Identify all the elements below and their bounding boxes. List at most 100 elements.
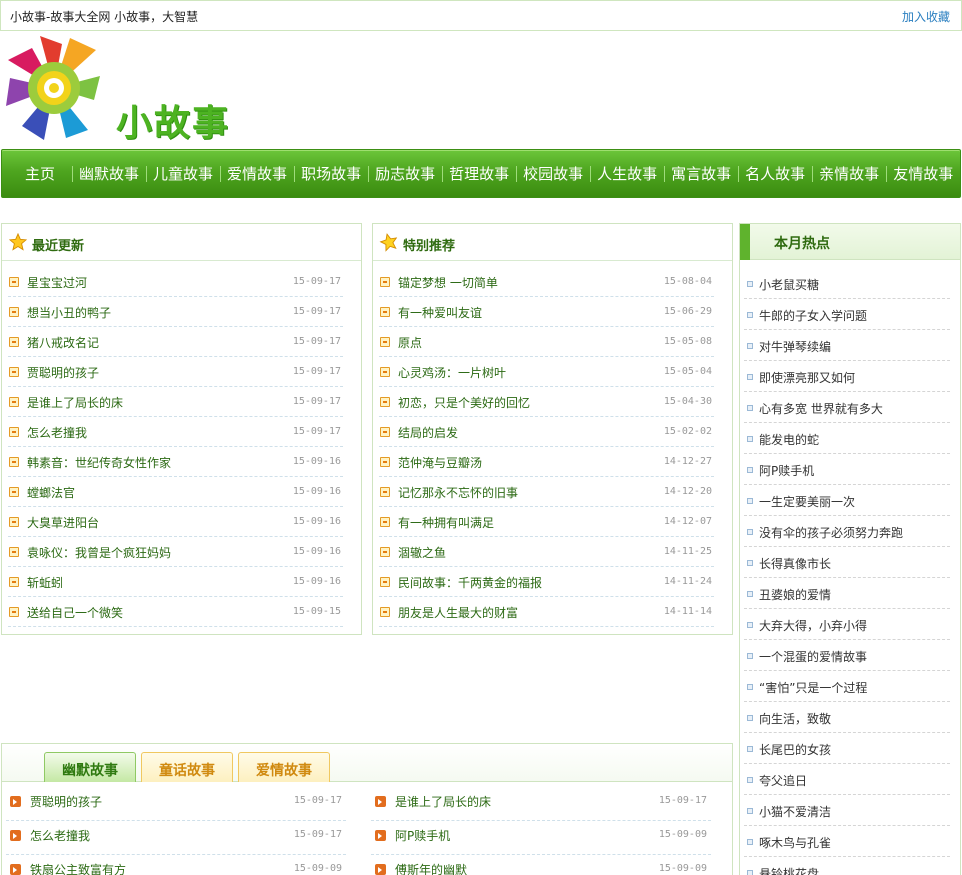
article-title-link[interactable]: 螳螂法官 (27, 484, 75, 501)
hot-article-link[interactable]: 牛郎的子女入学问题 (759, 307, 867, 324)
hot-list-item[interactable]: “害怕”只是一个过程 (744, 671, 950, 702)
hot-list-item[interactable]: 一个混蛋的爱情故事 (744, 640, 950, 671)
article-title-link[interactable]: 结局的启发 (398, 424, 458, 441)
list-item[interactable]: 猪八戒改名记 15-09-17 (8, 327, 343, 357)
article-title-link[interactable]: 涸辙之鱼 (398, 544, 446, 561)
nav-item[interactable]: 儿童故事 (146, 163, 220, 184)
article-title-link[interactable]: 贾聪明的孩子 (27, 364, 99, 381)
hot-article-link[interactable]: 向生活，致敬 (759, 710, 831, 727)
list-item[interactable]: 斩蚯蚓 15-09-16 (8, 567, 343, 597)
tab-list-item[interactable]: 是谁上了局长的床 15-09-17 (371, 787, 711, 821)
nav-item[interactable]: 励志故事 (368, 163, 442, 184)
hot-article-link[interactable]: 一生定要美丽一次 (759, 493, 855, 510)
hot-list-item[interactable]: 小老鼠买糖 (744, 268, 950, 299)
article-title-link[interactable]: 怎么老撞我 (30, 827, 90, 844)
hot-article-link[interactable]: 长得真像市长 (759, 555, 831, 572)
list-item[interactable]: 锚定梦想 一切简单 15-08-04 (379, 267, 714, 297)
list-item[interactable]: 有一种拥有叫满足 14-12-07 (379, 507, 714, 537)
site-logo[interactable]: 小故事 (4, 34, 244, 144)
article-title-link[interactable]: 星宝宝过河 (27, 274, 87, 291)
nav-item[interactable]: 亲情故事 (812, 163, 886, 184)
hot-list-item[interactable]: 一生定要美丽一次 (744, 485, 950, 516)
article-title-link[interactable]: 铁扇公主致富有方 (30, 861, 126, 875)
add-favorite-link[interactable]: 加入收藏 (902, 8, 950, 25)
tab-humor[interactable]: 幽默故事 (44, 752, 136, 782)
list-item[interactable]: 贾聪明的孩子 15-09-17 (8, 357, 343, 387)
nav-item[interactable]: 人生故事 (590, 163, 664, 184)
hot-article-link[interactable]: 啄木鸟与孔雀 (759, 834, 831, 851)
list-item[interactable]: 初恋，只是个美好的回忆 15-04-30 (379, 387, 714, 417)
article-title-link[interactable]: 朋友是人生最大的财富 (398, 604, 518, 621)
nav-item[interactable]: 幽默故事 (72, 163, 146, 184)
article-title-link[interactable]: 送给自己一个微笑 (27, 604, 123, 621)
article-title-link[interactable]: 傅斯年的幽默 (395, 861, 467, 875)
tab-list-item[interactable]: 贾聪明的孩子 15-09-17 (6, 787, 346, 821)
list-item[interactable]: 大臭草进阳台 15-09-16 (8, 507, 343, 537)
article-title-link[interactable]: 阿P赎手机 (395, 827, 450, 844)
tab-love[interactable]: 爱情故事 (238, 752, 330, 782)
hot-article-link[interactable]: 丑婆娘的爱情 (759, 586, 831, 603)
hot-list-item[interactable]: 悬铃桃花盘 (744, 857, 950, 875)
list-item[interactable]: 心灵鸡汤：一片树叶 15-05-04 (379, 357, 714, 387)
list-item[interactable]: 是谁上了局长的床 15-09-17 (8, 387, 343, 417)
hot-article-link[interactable]: 对牛弹琴续编 (759, 338, 831, 355)
hot-list-item[interactable]: 小猫不爱清洁 (744, 795, 950, 826)
list-item[interactable]: 袁咏仪：我曾是个疯狂妈妈 15-09-16 (8, 537, 343, 567)
tab-list-item[interactable]: 铁扇公主致富有方 15-09-09 (6, 855, 346, 875)
list-item[interactable]: 结局的启发 15-02-02 (379, 417, 714, 447)
list-item[interactable]: 怎么老撞我 15-09-17 (8, 417, 343, 447)
article-title-link[interactable]: 是谁上了局长的床 (395, 793, 491, 810)
hot-article-link[interactable]: 长尾巴的女孩 (759, 741, 831, 758)
hot-list-item[interactable]: 长尾巴的女孩 (744, 733, 950, 764)
nav-item[interactable]: 友情故事 (886, 163, 960, 184)
article-title-link[interactable]: 范仲淹与豆瓣汤 (398, 454, 482, 471)
article-title-link[interactable]: 有一种爱叫友谊 (398, 304, 482, 321)
tab-fairy-tale[interactable]: 童话故事 (141, 752, 233, 782)
list-item[interactable]: 朋友是人生最大的财富 14-11-14 (379, 597, 714, 627)
hot-list-item[interactable]: 能发电的蛇 (744, 423, 950, 454)
hot-list-item[interactable]: 大弃大得，小弃小得 (744, 609, 950, 640)
list-item[interactable]: 范仲淹与豆瓣汤 14-12-27 (379, 447, 714, 477)
list-item[interactable]: 有一种爱叫友谊 15-06-29 (379, 297, 714, 327)
hot-list-item[interactable]: 即使漂亮那又如何 (744, 361, 950, 392)
list-item[interactable]: 螳螂法官 15-09-16 (8, 477, 343, 507)
article-title-link[interactable]: 韩素音：世纪传奇女性作家 (27, 454, 171, 471)
nav-item[interactable]: 爱情故事 (220, 163, 294, 184)
hot-article-link[interactable]: 小老鼠买糖 (759, 276, 819, 293)
list-item[interactable]: 星宝宝过河 15-09-17 (8, 267, 343, 297)
hot-list-item[interactable]: 夸父追日 (744, 764, 950, 795)
article-title-link[interactable]: 猪八戒改名记 (27, 334, 99, 351)
article-title-link[interactable]: 想当小丑的鸭子 (27, 304, 111, 321)
hot-article-link[interactable]: “害怕”只是一个过程 (759, 679, 867, 696)
hot-list-item[interactable]: 向生活，致敬 (744, 702, 950, 733)
hot-article-link[interactable]: 大弃大得，小弃小得 (759, 617, 867, 634)
hot-list-item[interactable]: 对牛弹琴续编 (744, 330, 950, 361)
list-item[interactable]: 韩素音：世纪传奇女性作家 15-09-16 (8, 447, 343, 477)
nav-item[interactable]: 哲理故事 (442, 163, 516, 184)
hot-article-link[interactable]: 悬铃桃花盘 (759, 865, 819, 875)
nav-item[interactable]: 寓言故事 (664, 163, 738, 184)
hot-list-item[interactable]: 长得真像市长 (744, 547, 950, 578)
nav-item[interactable]: 职场故事 (294, 163, 368, 184)
tab-list-item[interactable]: 阿P赎手机 15-09-09 (371, 821, 711, 855)
article-title-link[interactable]: 大臭草进阳台 (27, 514, 99, 531)
article-title-link[interactable]: 斩蚯蚓 (27, 574, 63, 591)
hot-article-link[interactable]: 心有多宽 世界就有多大 (759, 400, 883, 417)
hot-list-item[interactable]: 没有伞的孩子必须努力奔跑 (744, 516, 950, 547)
hot-article-link[interactable]: 夸父追日 (759, 772, 807, 789)
nav-item[interactable]: 主页 (8, 163, 72, 184)
article-title-link[interactable]: 记忆那永不忘怀的旧事 (398, 484, 518, 501)
nav-item[interactable]: 名人故事 (738, 163, 812, 184)
list-item[interactable]: 原点 15-05-08 (379, 327, 714, 357)
article-title-link[interactable]: 贾聪明的孩子 (30, 793, 102, 810)
article-title-link[interactable]: 锚定梦想 一切简单 (398, 274, 498, 291)
article-title-link[interactable]: 袁咏仪：我曾是个疯狂妈妈 (27, 544, 171, 561)
article-title-link[interactable]: 是谁上了局长的床 (27, 394, 123, 411)
article-title-link[interactable]: 民间故事：千两黄金的福报 (398, 574, 542, 591)
list-item[interactable]: 民间故事：千两黄金的福报 14-11-24 (379, 567, 714, 597)
tab-list-item[interactable]: 傅斯年的幽默 15-09-09 (371, 855, 711, 875)
article-title-link[interactable]: 初恋，只是个美好的回忆 (398, 394, 530, 411)
hot-list-item[interactable]: 啄木鸟与孔雀 (744, 826, 950, 857)
list-item[interactable]: 涸辙之鱼 14-11-25 (379, 537, 714, 567)
hot-list-item[interactable]: 丑婆娘的爱情 (744, 578, 950, 609)
